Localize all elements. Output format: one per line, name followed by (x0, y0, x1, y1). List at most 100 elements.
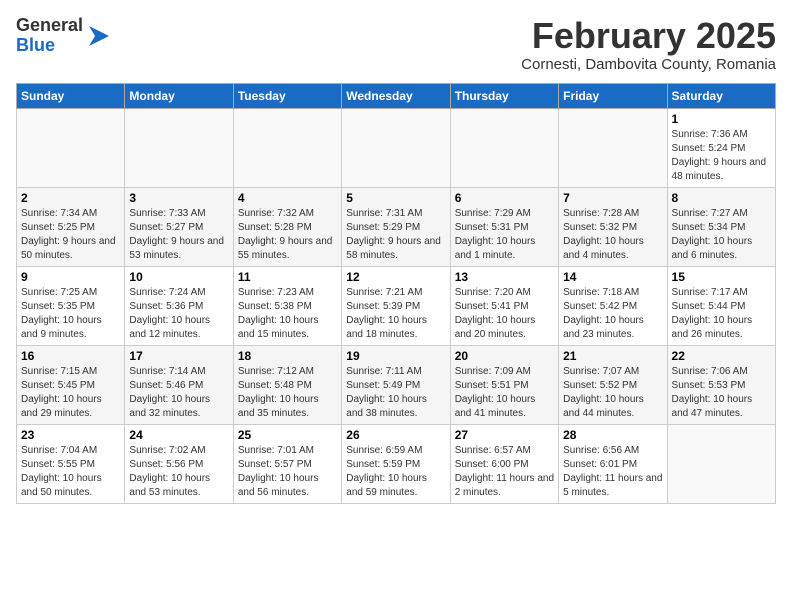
logo-general: General (16, 16, 83, 36)
day-info: Sunrise: 7:32 AM Sunset: 5:28 PM Dayligh… (238, 207, 337, 263)
calendar-cell: 25 Sunrise: 7:01 AM Sunset: 5:57 PM Dayli… (233, 424, 341, 503)
calendar-cell: 4 Sunrise: 7:32 AM Sunset: 5:28 PM Daylig… (233, 187, 341, 266)
weekday-header-row: SundayMondayTuesdayWednesdayThursdayFrid… (17, 83, 776, 108)
day-number: 23 (21, 428, 120, 442)
weekday-header-monday: Monday (125, 83, 233, 108)
day-number: 21 (563, 349, 662, 363)
day-info: Sunrise: 7:31 AM Sunset: 5:29 PM Dayligh… (346, 207, 445, 263)
calendar-table: SundayMondayTuesdayWednesdayThursdayFrid… (16, 83, 776, 504)
calendar-cell: 8 Sunrise: 7:27 AM Sunset: 5:34 PM Daylig… (667, 187, 775, 266)
day-info: Sunrise: 7:18 AM Sunset: 5:42 PM Dayligh… (563, 286, 662, 342)
weekday-header-wednesday: Wednesday (342, 83, 450, 108)
calendar-cell: 10 Sunrise: 7:24 AM Sunset: 5:36 PM Dayli… (125, 266, 233, 345)
calendar-cell: 23 Sunrise: 7:04 AM Sunset: 5:55 PM Dayli… (17, 424, 125, 503)
calendar-cell: 6 Sunrise: 7:29 AM Sunset: 5:31 PM Daylig… (450, 187, 558, 266)
calendar-cell: 5 Sunrise: 7:31 AM Sunset: 5:29 PM Daylig… (342, 187, 450, 266)
title-area: February 2025 Cornesti, Dambovita County… (521, 16, 776, 73)
day-number: 8 (672, 191, 771, 205)
calendar-week-row: 16 Sunrise: 7:15 AM Sunset: 5:45 PM Dayli… (17, 345, 776, 424)
day-info: Sunrise: 7:15 AM Sunset: 5:45 PM Dayligh… (21, 365, 120, 421)
calendar-cell: 13 Sunrise: 7:20 AM Sunset: 5:41 PM Dayli… (450, 266, 558, 345)
day-number: 3 (129, 191, 228, 205)
weekday-header-sunday: Sunday (17, 83, 125, 108)
day-number: 27 (455, 428, 554, 442)
page-header: General Blue February 2025 Cornesti, Dam… (16, 16, 776, 73)
day-info: Sunrise: 7:06 AM Sunset: 5:53 PM Dayligh… (672, 365, 771, 421)
weekday-header-thursday: Thursday (450, 83, 558, 108)
day-number: 12 (346, 270, 445, 284)
day-info: Sunrise: 7:36 AM Sunset: 5:24 PM Dayligh… (672, 128, 771, 184)
calendar-cell: 17 Sunrise: 7:14 AM Sunset: 5:46 PM Dayli… (125, 345, 233, 424)
day-info: Sunrise: 7:01 AM Sunset: 5:57 PM Dayligh… (238, 444, 337, 500)
day-number: 10 (129, 270, 228, 284)
calendar-cell: 11 Sunrise: 7:23 AM Sunset: 5:38 PM Dayli… (233, 266, 341, 345)
calendar-cell: 12 Sunrise: 7:21 AM Sunset: 5:39 PM Dayli… (342, 266, 450, 345)
calendar-cell (559, 108, 667, 187)
day-info: Sunrise: 7:23 AM Sunset: 5:38 PM Dayligh… (238, 286, 337, 342)
calendar-subtitle: Cornesti, Dambovita County, Romania (521, 56, 776, 73)
day-info: Sunrise: 7:14 AM Sunset: 5:46 PM Dayligh… (129, 365, 228, 421)
day-info: Sunrise: 7:34 AM Sunset: 5:25 PM Dayligh… (21, 207, 120, 263)
day-number: 7 (563, 191, 662, 205)
day-number: 11 (238, 270, 337, 284)
day-info: Sunrise: 7:27 AM Sunset: 5:34 PM Dayligh… (672, 207, 771, 263)
day-number: 5 (346, 191, 445, 205)
day-number: 19 (346, 349, 445, 363)
day-number: 26 (346, 428, 445, 442)
day-info: Sunrise: 6:59 AM Sunset: 5:59 PM Dayligh… (346, 444, 445, 500)
weekday-header-friday: Friday (559, 83, 667, 108)
day-number: 2 (21, 191, 120, 205)
logo-blue: Blue (16, 36, 83, 56)
day-info: Sunrise: 7:02 AM Sunset: 5:56 PM Dayligh… (129, 444, 228, 500)
day-info: Sunrise: 7:12 AM Sunset: 5:48 PM Dayligh… (238, 365, 337, 421)
calendar-cell: 21 Sunrise: 7:07 AM Sunset: 5:52 PM Dayli… (559, 345, 667, 424)
day-info: Sunrise: 7:04 AM Sunset: 5:55 PM Dayligh… (21, 444, 120, 500)
day-info: Sunrise: 7:25 AM Sunset: 5:35 PM Dayligh… (21, 286, 120, 342)
calendar-week-row: 1Sunrise: 7:36 AM Sunset: 5:24 PM Daylig… (17, 108, 776, 187)
day-number: 18 (238, 349, 337, 363)
day-number: 4 (238, 191, 337, 205)
calendar-cell: 28 Sunrise: 6:56 AM Sunset: 6:01 PM Dayli… (559, 424, 667, 503)
day-number: 6 (455, 191, 554, 205)
day-info: Sunrise: 7:09 AM Sunset: 5:51 PM Dayligh… (455, 365, 554, 421)
day-number: 22 (672, 349, 771, 363)
calendar-title: February 2025 (521, 16, 776, 56)
day-info: Sunrise: 7:07 AM Sunset: 5:52 PM Dayligh… (563, 365, 662, 421)
day-number: 25 (238, 428, 337, 442)
weekday-header-saturday: Saturday (667, 83, 775, 108)
calendar-cell: 14Sunrise: 7:18 AM Sunset: 5:42 PM Dayli… (559, 266, 667, 345)
day-info: Sunrise: 7:20 AM Sunset: 5:41 PM Dayligh… (455, 286, 554, 342)
calendar-cell: 22 Sunrise: 7:06 AM Sunset: 5:53 PM Dayli… (667, 345, 775, 424)
calendar-cell: 9Sunrise: 7:25 AM Sunset: 5:35 PM Daylig… (17, 266, 125, 345)
day-number: 16 (21, 349, 120, 363)
calendar-week-row: 2 Sunrise: 7:34 AM Sunset: 5:25 PM Daylig… (17, 187, 776, 266)
day-info: Sunrise: 6:57 AM Sunset: 6:00 PM Dayligh… (455, 444, 554, 500)
day-number: 13 (455, 270, 554, 284)
day-info: Sunrise: 7:33 AM Sunset: 5:27 PM Dayligh… (129, 207, 228, 263)
day-info: Sunrise: 7:21 AM Sunset: 5:39 PM Dayligh… (346, 286, 445, 342)
calendar-cell: 15 Sunrise: 7:17 AM Sunset: 5:44 PM Dayli… (667, 266, 775, 345)
calendar-cell (233, 108, 341, 187)
calendar-cell: 1Sunrise: 7:36 AM Sunset: 5:24 PM Daylig… (667, 108, 775, 187)
day-number: 20 (455, 349, 554, 363)
calendar-cell: 24Sunrise: 7:02 AM Sunset: 5:56 PM Dayli… (125, 424, 233, 503)
day-number: 17 (129, 349, 228, 363)
calendar-cell: 27 Sunrise: 6:57 AM Sunset: 6:00 PM Dayli… (450, 424, 558, 503)
calendar-cell (342, 108, 450, 187)
calendar-cell: 3 Sunrise: 7:33 AM Sunset: 5:27 PM Daylig… (125, 187, 233, 266)
calendar-cell: 20 Sunrise: 7:09 AM Sunset: 5:51 PM Dayli… (450, 345, 558, 424)
day-info: Sunrise: 7:17 AM Sunset: 5:44 PM Dayligh… (672, 286, 771, 342)
day-number: 28 (563, 428, 662, 442)
day-number: 15 (672, 270, 771, 284)
calendar-cell: 18 Sunrise: 7:12 AM Sunset: 5:48 PM Dayli… (233, 345, 341, 424)
day-info: Sunrise: 7:29 AM Sunset: 5:31 PM Dayligh… (455, 207, 554, 263)
day-info: Sunrise: 7:24 AM Sunset: 5:36 PM Dayligh… (129, 286, 228, 342)
calendar-cell: 16 Sunrise: 7:15 AM Sunset: 5:45 PM Dayli… (17, 345, 125, 424)
calendar-cell: 26 Sunrise: 6:59 AM Sunset: 5:59 PM Dayli… (342, 424, 450, 503)
calendar-cell (667, 424, 775, 503)
calendar-cell (125, 108, 233, 187)
calendar-week-row: 23 Sunrise: 7:04 AM Sunset: 5:55 PM Dayli… (17, 424, 776, 503)
logo: General Blue (16, 16, 113, 56)
day-info: Sunrise: 6:56 AM Sunset: 6:01 PM Dayligh… (563, 444, 662, 500)
logo-icon (85, 22, 113, 50)
